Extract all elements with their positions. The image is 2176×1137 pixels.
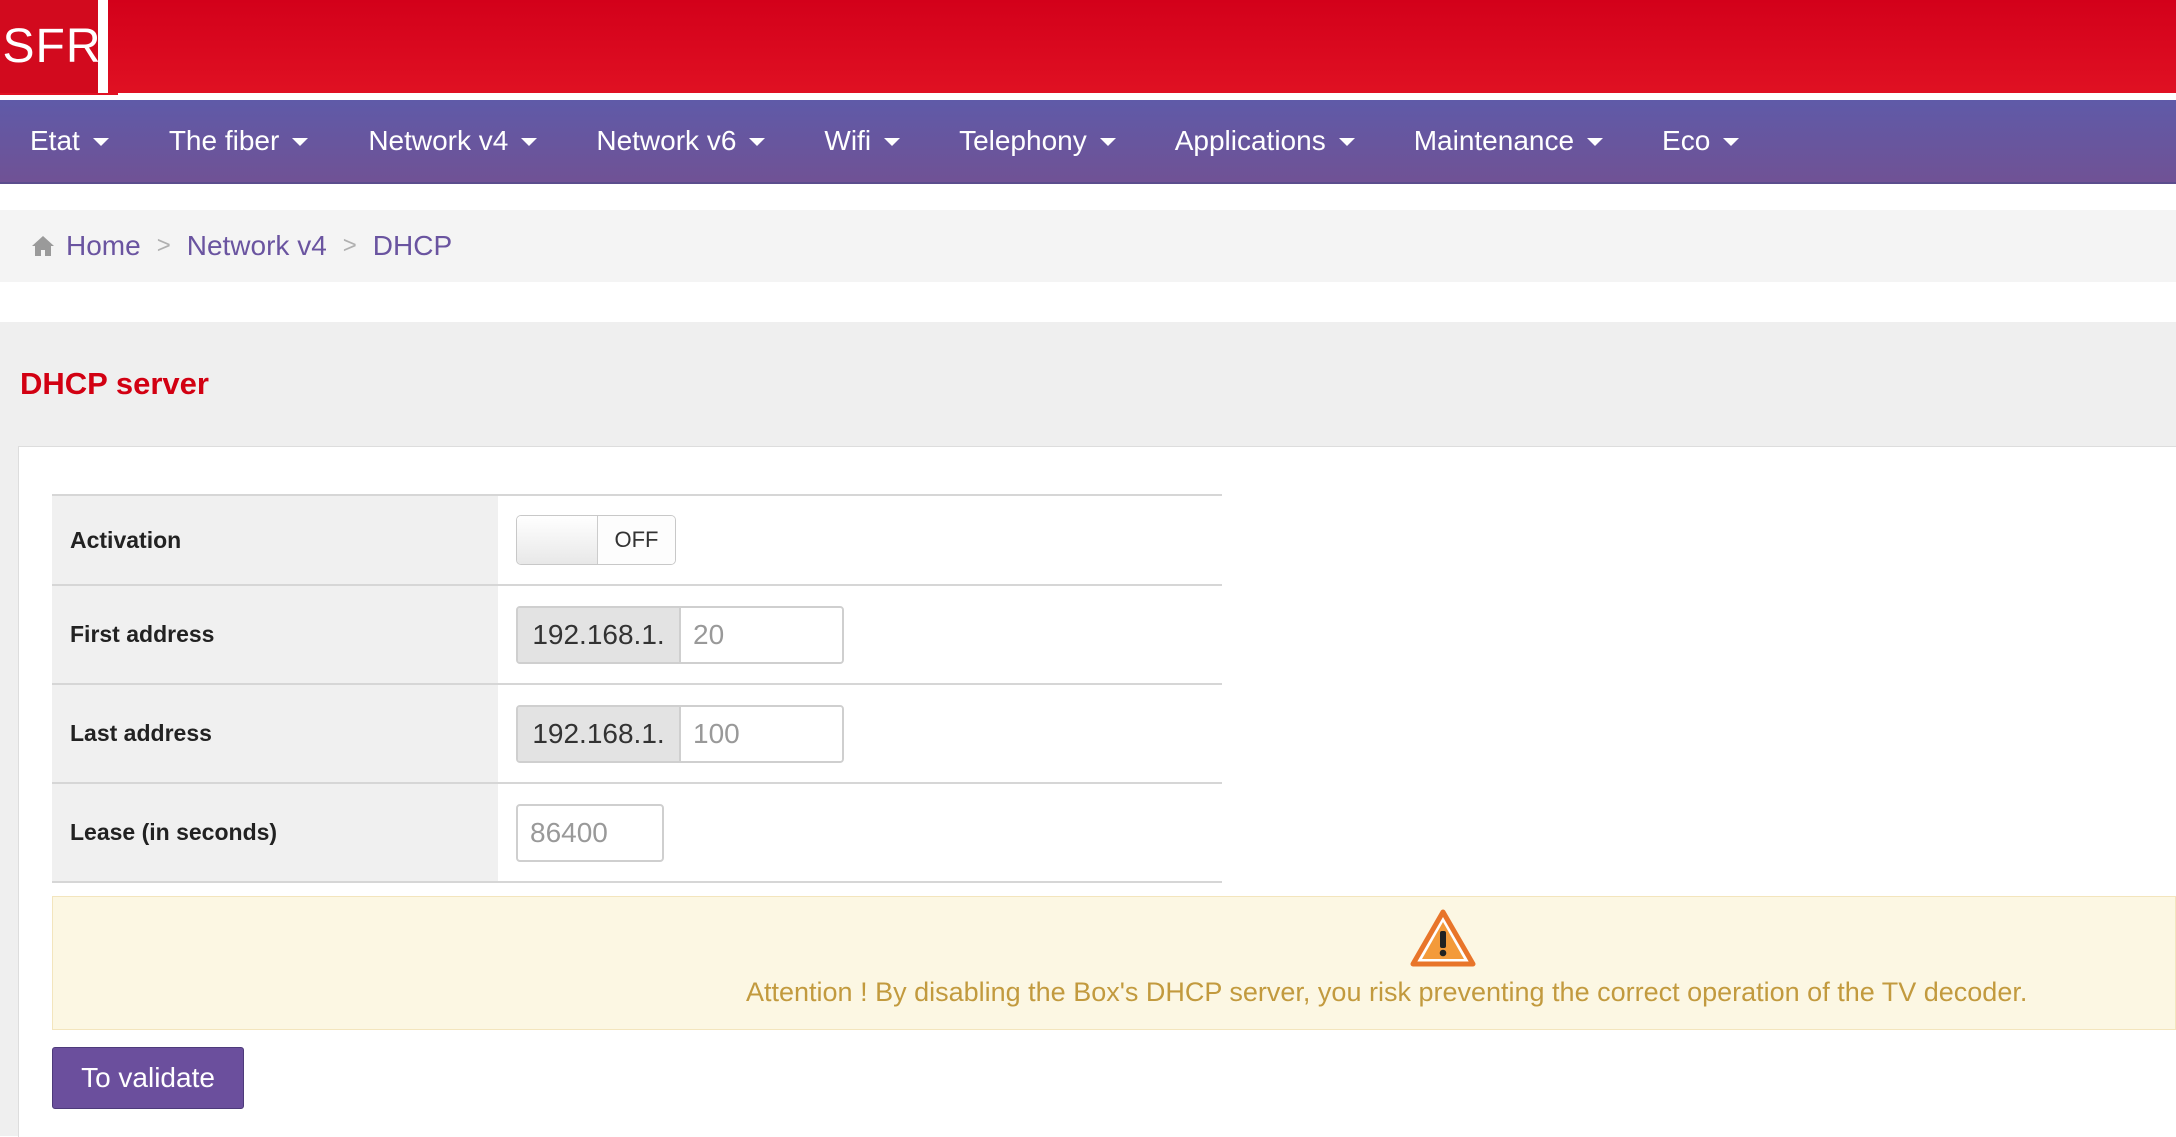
nav-item-telephony[interactable]: Telephony	[959, 100, 1116, 182]
caret-down-icon	[1587, 138, 1604, 146]
breadcrumb-separator: >	[156, 232, 171, 259]
nav-item-maintenance[interactable]: Maintenance	[1413, 100, 1604, 182]
main-nav: Etat The fiber Network v4 Network v6 Wif…	[0, 100, 2176, 184]
breadcrumb-network-v4[interactable]: Network v4	[187, 230, 327, 262]
nav-item-label: The fiber	[168, 125, 280, 156]
caret-down-icon	[1723, 138, 1740, 146]
toggle-state: OFF	[598, 516, 675, 564]
last-address-value: 192.168.1.	[498, 685, 1222, 782]
home-icon[interactable]	[30, 233, 56, 259]
nav-item-applications[interactable]: Applications	[1175, 100, 1355, 182]
header-divider	[118, 93, 2176, 99]
form-row-last-address: Last address 192.168.1.	[52, 683, 1222, 782]
caret-down-icon	[292, 138, 309, 146]
caret-down-icon	[1099, 138, 1116, 146]
activation-value: OFF	[498, 496, 1222, 584]
nav-item-network-v4[interactable]: Network v4	[368, 100, 538, 182]
last-address-group: 192.168.1.	[516, 704, 844, 763]
lease-label: Lease (in seconds)	[52, 784, 498, 881]
activation-label: Activation	[52, 496, 498, 584]
nav-item-wifi[interactable]: Wifi	[824, 100, 901, 182]
first-address-prefix: 192.168.1.	[518, 607, 681, 662]
toggle-knob	[517, 516, 598, 564]
warning-icon	[1410, 909, 1476, 967]
first-address-group: 192.168.1.	[516, 605, 844, 664]
first-address-input[interactable]	[681, 607, 842, 662]
first-address-label: First address	[52, 586, 498, 683]
nav-item-label: Wifi	[824, 125, 872, 156]
sfr-logo[interactable]: SFR	[0, 0, 108, 93]
nav-item-network-v6[interactable]: Network v6	[596, 100, 766, 182]
lease-input[interactable]	[516, 803, 664, 862]
dhcp-warning-alert: Attention ! By disabling the Box's DHCP …	[52, 896, 2176, 1030]
form-row-activation: Activation OFF	[52, 494, 1222, 584]
nav-item-label: Eco	[1662, 125, 1711, 156]
nav-item-label: Network v6	[596, 125, 737, 156]
caret-down-icon	[884, 138, 901, 146]
breadcrumb: Home > Network v4 > DHCP	[0, 210, 2176, 282]
nav-item-label: Telephony	[959, 125, 1087, 156]
form-row-lease: Lease (in seconds)	[52, 782, 1222, 883]
caret-down-icon	[92, 138, 109, 146]
top-header-bar: SFR	[0, 0, 2176, 95]
caret-down-icon	[521, 138, 538, 146]
validate-button[interactable]: To validate	[52, 1047, 244, 1109]
activation-toggle[interactable]: OFF	[516, 515, 676, 565]
lease-value	[498, 784, 1222, 881]
nav-item-label: Network v4	[368, 125, 509, 156]
last-address-label: Last address	[52, 685, 498, 782]
breadcrumb-current: DHCP	[372, 230, 453, 261]
warning-text: Attention ! By disabling the Box's DHCP …	[746, 977, 2028, 1007]
page-title: DHCP server	[20, 366, 209, 401]
breadcrumb-separator: >	[342, 232, 357, 259]
nav-item-label: Maintenance	[1413, 125, 1575, 156]
nav-item-label: Applications	[1174, 125, 1326, 156]
last-address-prefix: 192.168.1.	[518, 706, 681, 761]
nav-item-eco[interactable]: Eco	[1662, 100, 1740, 182]
nav-item-label: Etat	[30, 125, 80, 156]
nav-item-etat[interactable]: Etat	[30, 100, 109, 182]
nav-item-fiber[interactable]: The fiber	[169, 100, 309, 182]
first-address-value: 192.168.1.	[498, 586, 1222, 683]
caret-down-icon	[1338, 138, 1355, 146]
last-address-input[interactable]	[681, 706, 842, 761]
form-row-first-address: First address 192.168.1.	[52, 584, 1222, 683]
dhcp-form: Activation OFF First address 192.168.1. …	[52, 494, 1222, 883]
caret-down-icon	[749, 138, 766, 146]
breadcrumb-home[interactable]: Home	[66, 230, 141, 262]
